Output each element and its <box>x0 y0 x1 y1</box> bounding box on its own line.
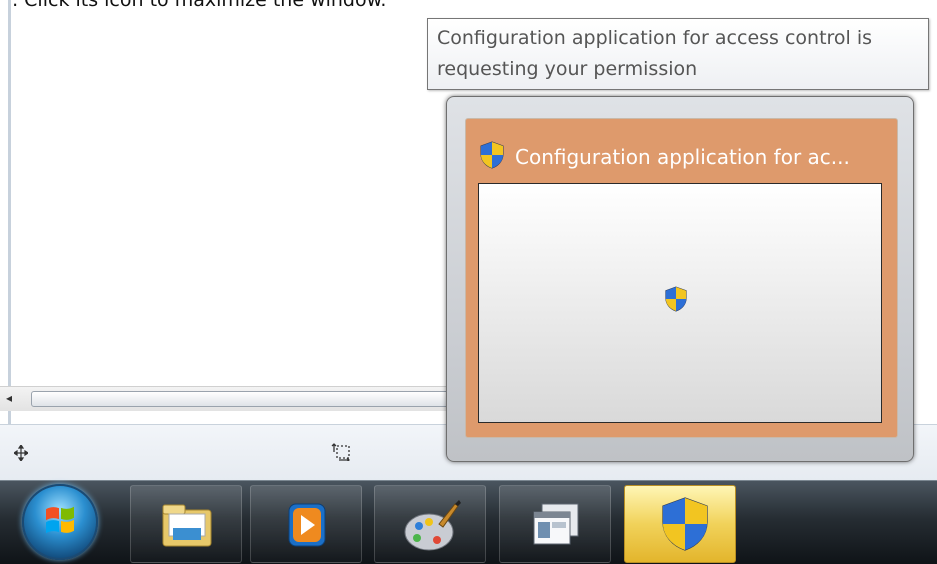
scrollbar-thumb[interactable] <box>31 391 473 407</box>
taskbar <box>0 480 937 564</box>
shield-icon <box>479 140 505 174</box>
window-thumbnail-preview[interactable]: Configuration application for ac... <box>446 96 914 462</box>
taskbar-button-explorer[interactable] <box>130 485 242 563</box>
thumbnail-title-text: Configuration application for ac... <box>515 145 850 169</box>
start-button[interactable] <box>22 484 98 560</box>
thumbnail-title: Configuration application for ac... <box>479 137 850 177</box>
palette-icon <box>404 500 461 551</box>
move-icon[interactable] <box>12 443 30 466</box>
taskbar-button-media-player[interactable] <box>250 485 362 563</box>
thumbnail-window-image <box>478 183 882 423</box>
select-icon[interactable] <box>331 443 351 466</box>
taskbar-button-paint[interactable] <box>374 485 486 563</box>
taskbar-button-window-app[interactable] <box>499 485 611 563</box>
folder-icon <box>162 504 212 547</box>
shield-icon <box>664 286 688 316</box>
taskbar-tooltip: Configuration application for access con… <box>427 18 929 90</box>
window-stack-icon <box>533 503 579 545</box>
shield-icon <box>662 497 708 551</box>
taskbar-button-uac-prompt[interactable] <box>624 485 736 563</box>
background-window-edge <box>0 0 11 425</box>
horizontal-scrollbar[interactable]: ◂ <box>0 386 473 411</box>
instruction-caption: 7. Click its icon to maximize the window… <box>0 0 387 11</box>
windows-logo-icon <box>46 506 74 534</box>
thumbnail-highlight[interactable]: Configuration application for ac... <box>465 118 898 438</box>
tooltip-line-2: requesting your permission <box>437 58 698 80</box>
play-icon <box>288 503 326 547</box>
tooltip-line-1: Configuration application for access con… <box>437 27 873 49</box>
scroll-left-arrow-icon[interactable]: ◂ <box>6 391 12 405</box>
